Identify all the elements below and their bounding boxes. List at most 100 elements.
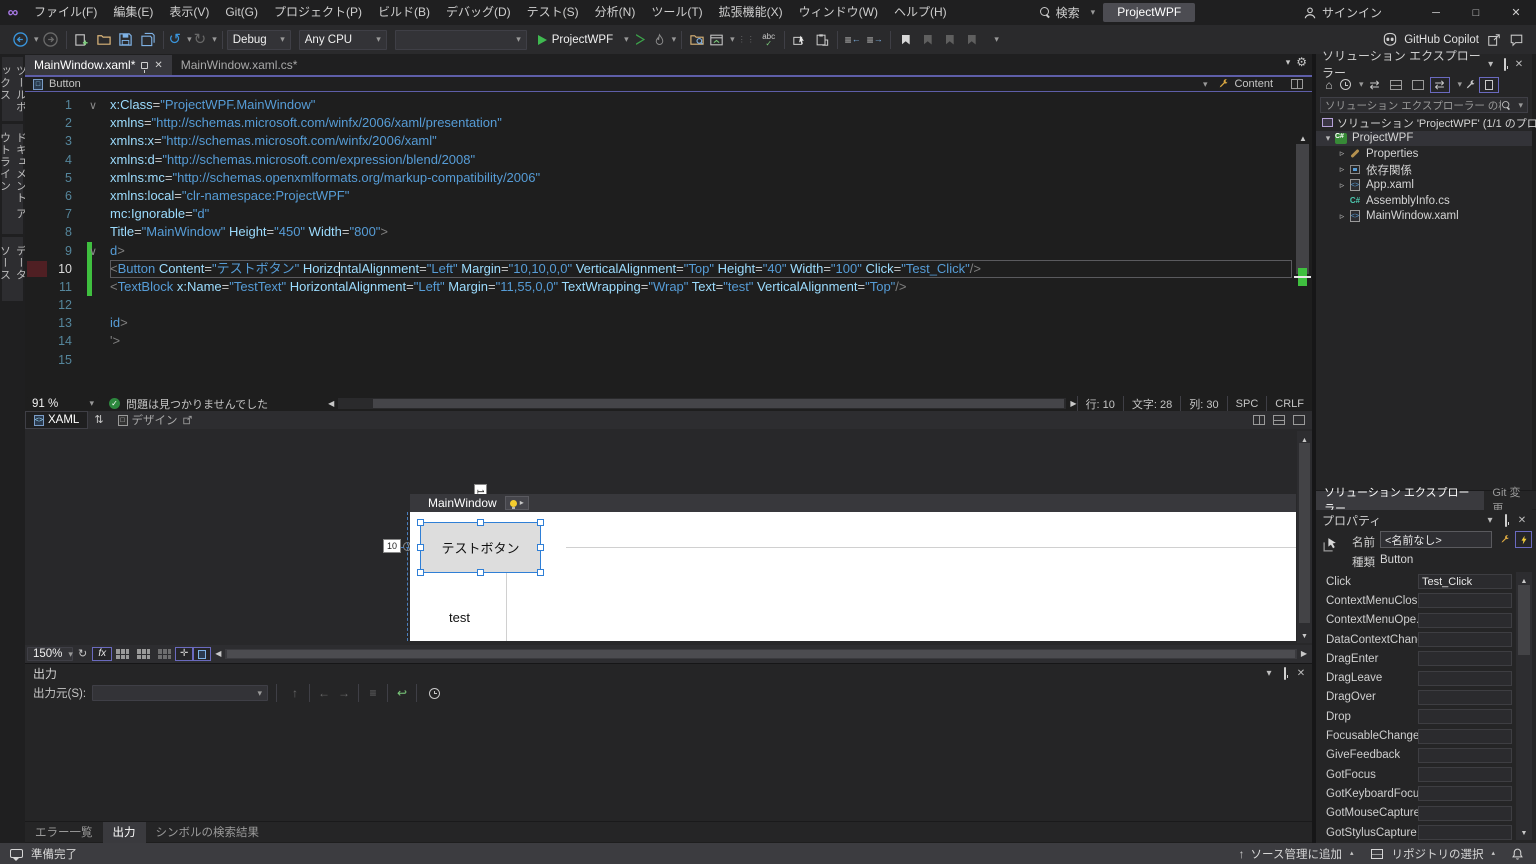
toolbar-overflow-button[interactable]: ▾	[984, 29, 1004, 51]
start-without-debugging-button[interactable]	[631, 29, 651, 51]
new-project-button[interactable]	[72, 29, 92, 51]
tree-item-projectwpf[interactable]: ▾ C# ProjectWPF	[1316, 130, 1532, 147]
menu-item[interactable]: プロジェクト(P)	[266, 0, 370, 25]
close-icon[interactable]: ✕	[1293, 668, 1309, 679]
close-button[interactable]: ✕	[1496, 0, 1536, 25]
code-line[interactable]: 9 ∨ d>	[25, 242, 1313, 260]
menu-item[interactable]: 分析(N)	[587, 0, 644, 25]
property-value-input[interactable]	[1418, 632, 1512, 648]
quick-actions-badge[interactable]: ▸	[504, 496, 529, 510]
pin-icon[interactable]	[1498, 57, 1512, 71]
panel-tab[interactable]: Git 変更	[1484, 487, 1536, 515]
solution-explorer-search[interactable]: ソリューション エクスプローラー の検索 (Ctrl+:) ▾	[1320, 97, 1528, 113]
copilot-share-button[interactable]	[1484, 29, 1504, 51]
chevron-down-icon[interactable]: ▾	[1359, 79, 1364, 90]
code-line[interactable]: 13 id>	[25, 314, 1313, 332]
designer-vertical-scrollbar[interactable]: ▲ ▼	[1297, 431, 1312, 643]
show-all-files-icon[interactable]	[1479, 76, 1500, 93]
preview-window-button[interactable]: ▾	[709, 29, 735, 51]
selection-handle-br[interactable]	[537, 569, 544, 576]
hot-reload-button[interactable]: ▾	[653, 29, 676, 51]
property-value-input[interactable]	[1418, 612, 1512, 628]
spell-check-button[interactable]: abc ✓	[759, 29, 779, 51]
code-line[interactable]: 8 Title="MainWindow" Height="450" Width="…	[25, 223, 1313, 241]
select-element-button[interactable]	[790, 29, 810, 51]
menu-item[interactable]: ツール(T)	[643, 0, 710, 25]
code-line[interactable]: 15	[25, 351, 1313, 369]
pending-changes-filter-icon[interactable]	[1340, 79, 1351, 90]
output-source-combo[interactable]: ▾	[92, 685, 269, 701]
undo-button[interactable]: ↺ ▾	[169, 29, 192, 51]
chevron-down-icon[interactable]: ▾	[1261, 668, 1277, 679]
tree-item-assemblyinfocs[interactable]: C# AssemblyInfo.cs	[1316, 193, 1532, 209]
textblock-test[interactable]: test	[449, 610, 470, 625]
events-view-button[interactable]	[1515, 531, 1532, 548]
property-value-input[interactable]	[1418, 709, 1512, 725]
tool-rail-tab[interactable]: データ ソース	[0, 237, 27, 301]
left-margin-badge[interactable]: 10	[383, 539, 401, 553]
pin-icon[interactable]	[1277, 667, 1293, 680]
menu-item[interactable]: 表示(V)	[161, 0, 217, 25]
selection-handle-ml[interactable]	[417, 544, 424, 551]
solution-configuration-combo[interactable]: Debug ▾	[226, 29, 291, 50]
designer-zoom-combo[interactable]: 150% ▾	[27, 647, 73, 661]
selection-handle-bm[interactable]	[477, 569, 484, 576]
scroll-left-icon[interactable]: ◀	[328, 399, 334, 408]
timestamp-toggle-icon[interactable]	[429, 687, 441, 699]
menu-item[interactable]: Git(G)	[217, 0, 266, 25]
split-editor-icon[interactable]	[1291, 79, 1303, 89]
code-line[interactable]: 10 <Button Content="テストボタン" HorizontalAli…	[25, 260, 1313, 278]
properties-wrench-icon[interactable]	[1464, 79, 1477, 91]
open-file-button[interactable]	[94, 29, 114, 51]
document-tab[interactable]: MainWindow.xaml.cs*	[172, 55, 307, 75]
menu-item[interactable]: テスト(S)	[519, 0, 587, 25]
property-value-input[interactable]	[1418, 825, 1512, 840]
code-line[interactable]: 5 xmlns:mc="http://schemas.openxmlformats…	[25, 169, 1313, 187]
solution-platform-combo[interactable]: Any CPU ▾	[298, 29, 387, 50]
fold-marker-icon[interactable]: ∨	[76, 97, 110, 115]
space-mode-indicator[interactable]: SPC	[1226, 396, 1267, 411]
pin-icon[interactable]	[141, 61, 149, 73]
hscroll-thumb[interactable]	[373, 399, 1065, 408]
property-value-input[interactable]	[1418, 786, 1512, 802]
tree-item-mainwindowxaml[interactable]: ▹ <> MainWindow.xaml	[1316, 209, 1532, 225]
minimize-button[interactable]: ─	[1416, 0, 1456, 25]
search-control[interactable]: 検索 ▾	[1032, 4, 1104, 21]
refresh-designer-icon[interactable]: ↻	[78, 648, 87, 660]
pin-icon[interactable]	[1498, 513, 1514, 527]
transparency-grid-icon[interactable]	[158, 649, 172, 659]
menu-item[interactable]: 編集(E)	[105, 0, 161, 25]
selection-handle-tr[interactable]	[537, 519, 544, 526]
close-icon[interactable]: ✕	[1512, 59, 1526, 70]
tree-expander-icon[interactable]: ▹	[1336, 148, 1348, 159]
property-value-input[interactable]	[1418, 728, 1512, 744]
property-value-input[interactable]	[1418, 689, 1512, 705]
property-value-input[interactable]: Test_Click	[1418, 574, 1512, 590]
xaml-code-editor[interactable]: 1 ∨ x:Class="ProjectWPF.MainWindow" 2 xmlns=…	[25, 92, 1313, 396]
redo-button[interactable]: ↻ ▾	[194, 29, 217, 51]
property-value-input[interactable]	[1418, 805, 1512, 821]
health-message[interactable]: 問題は見つかりませんでした	[126, 396, 268, 412]
preview-window-canvas[interactable]: test	[410, 512, 1296, 641]
tree-item-[interactable]: ▹ 依存関係	[1316, 162, 1532, 178]
name-input[interactable]: <名前なし>	[1380, 531, 1492, 548]
bottom-panel-tab[interactable]: エラー一覧	[25, 822, 103, 843]
effects-toggle-icon[interactable]: fx	[92, 647, 113, 661]
selection-handle-tm[interactable]	[477, 519, 484, 526]
add-to-source-control-button[interactable]: ソース管理に追加	[1251, 846, 1342, 862]
tree-item-properties[interactable]: ▹ Properties	[1316, 146, 1532, 162]
navigate-forward-button[interactable]	[41, 29, 61, 51]
code-line[interactable]: 2 xmlns="http://schemas.microsoft.com/win…	[25, 114, 1313, 132]
previous-bookmark-button[interactable]	[918, 29, 938, 51]
tool-rail-tab[interactable]: ツールボックス	[0, 57, 27, 121]
switch-views-icon[interactable]: ⌂	[1320, 79, 1338, 91]
snap-to-snaplines-icon[interactable]	[193, 647, 212, 661]
line-ending-indicator[interactable]: CRLF	[1266, 396, 1313, 411]
property-value-input[interactable]	[1418, 670, 1512, 686]
increase-indent-button[interactable]: ≡ →	[865, 29, 885, 51]
editor-zoom-combo[interactable]: 91 % ▾	[27, 397, 99, 410]
selection-handle-bl[interactable]	[417, 569, 424, 576]
designer-horizontal-scrollbar[interactable]	[225, 649, 1297, 659]
horizontal-split-icon[interactable]	[1273, 415, 1285, 425]
show-grid-icon[interactable]	[116, 649, 130, 659]
